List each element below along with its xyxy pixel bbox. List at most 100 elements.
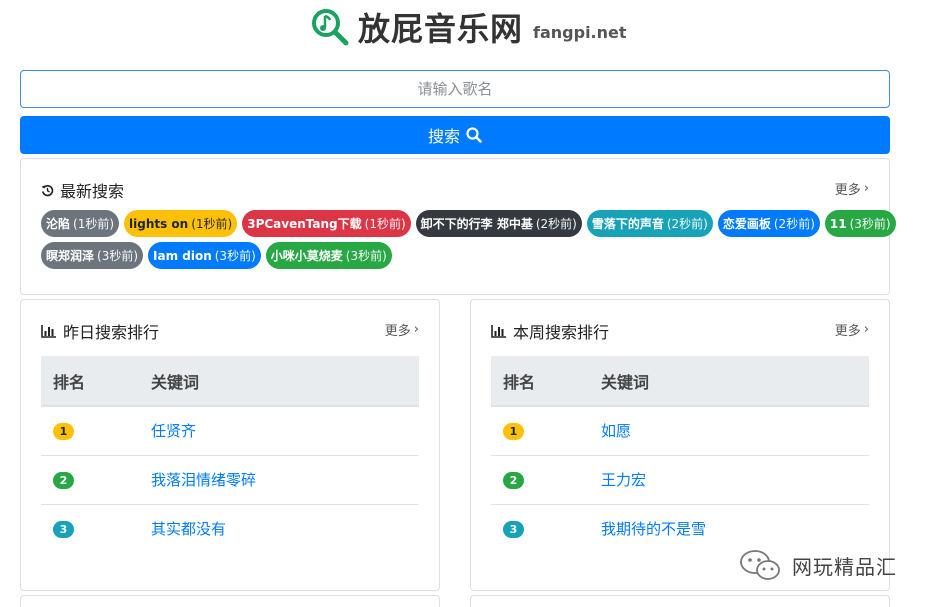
keyword-column-header: 关键词 [151, 356, 419, 407]
history-icon [41, 184, 54, 196]
recent-tag-time: (3秒前) [345, 249, 387, 263]
recent-tag-time: (1秒前) [364, 217, 406, 231]
rank-column-header: 排名 [491, 356, 601, 407]
recent-tag-row: 沦陷 (1秒前) lights on (1秒前) 3PCavenTang下载 (1秒前) 卸… [41, 210, 896, 237]
rank-cell: 1 [41, 406, 151, 456]
chevron-right-icon: › [863, 181, 869, 196]
recent-search-tag[interactable]: 3PCavenTang下载 (1秒前) [242, 210, 411, 237]
recent-search-tag[interactable]: 雪落下的声音 (2秒前) [586, 210, 713, 237]
rank-badge: 2 [53, 472, 74, 489]
recent-tag-time: (1秒前) [191, 217, 233, 231]
rank-badge: 2 [503, 472, 524, 489]
recent-tag-keyword: 雪落下的声音 [591, 217, 664, 231]
rank-badge: 3 [53, 521, 74, 539]
rank-cell: 2 [41, 455, 151, 505]
recent-tag-time: (3秒前) [849, 217, 891, 231]
recent-tag-keyword: 瞑郑润泽 [46, 249, 95, 263]
week-ranking-title: 本周搜索排行 [513, 323, 610, 342]
recent-search-tag[interactable]: 小咪小莫烧麦 (3秒前) [265, 242, 392, 269]
recent-more-link[interactable]: 更多 › [835, 179, 869, 198]
table-row: 3 其实都没有 [41, 504, 419, 553]
table-header-row: 排名 关键词 [41, 356, 419, 407]
keyword-cell: 我期待的不是雪 [601, 504, 869, 553]
recent-tag-keyword: lights on [129, 216, 189, 231]
recent-tag-time: (2秒前) [666, 217, 708, 231]
keyword-cell: 任贤齐 [151, 406, 419, 456]
wechat-icon [740, 550, 780, 580]
chevron-right-icon: › [863, 322, 869, 337]
week-more-link[interactable]: 更多 › [835, 320, 869, 339]
recent-searches-title: 最新搜索 [60, 182, 125, 201]
recent-tag-keyword: 3PCavenTang下载 [247, 217, 362, 231]
rank-badge: 1 [53, 423, 74, 441]
rank-keyword-link[interactable]: 如愿 [601, 422, 631, 440]
search-button-label: 搜索 [427, 127, 460, 146]
rank-keyword-link[interactable]: 我期待的不是雪 [601, 520, 706, 538]
recent-tag-row: 瞑郑润泽 (3秒前) Iam dion (3秒前) 小咪小莫烧麦 (3秒前) [41, 242, 851, 269]
keyword-column-header: 关键词 [601, 356, 869, 407]
rank-cell: 2 [491, 455, 601, 505]
table-row: 1 任贤齐 [41, 406, 419, 456]
bar-chart-icon [491, 325, 506, 338]
week-ranking-table: 排名 关键词 1 如愿 2 王力宏 3 我期待的不是雪 [491, 356, 869, 553]
watermark-text: 网玩精品汇 [792, 554, 897, 579]
yesterday-more-link[interactable]: 更多 › [385, 320, 419, 339]
chevron-right-icon: › [413, 322, 419, 337]
keyword-cell: 其实都没有 [151, 504, 419, 553]
recent-searches-header: 最新搜索 更多 › [41, 179, 869, 201]
table-row: 1 如愿 [491, 406, 869, 456]
recent-search-tag[interactable]: 沦陷 (1秒前) [41, 210, 120, 237]
rank-cell: 3 [41, 504, 151, 553]
yesterday-ranking-header: 昨日搜索排行 更多 › [41, 320, 419, 342]
more-label: 更多 [834, 324, 861, 339]
rank-badge: 3 [503, 521, 524, 539]
site-brand[interactable]: 放屁音乐网 fangpi.net [310, 4, 627, 50]
recent-tag-keyword: 沦陷 [46, 217, 71, 231]
site-domain: fangpi.net [533, 22, 627, 42]
recent-tag-keyword: 小咪小莫烧麦 [270, 249, 343, 263]
recent-search-tag[interactable]: 恋爱画板 (2秒前) [717, 210, 820, 237]
recent-search-tag[interactable]: 卸不下的行李 郑中基 (2秒前) [415, 210, 582, 237]
recent-tag-keyword: 恋爱画板 [722, 217, 771, 231]
keyword-cell: 我落泪情绪零碎 [151, 455, 419, 505]
rank-keyword-link[interactable]: 任贤齐 [151, 422, 196, 440]
more-label: 更多 [834, 183, 861, 198]
recent-tag-keyword: Iam dion [153, 248, 212, 263]
rank-keyword-link[interactable]: 王力宏 [601, 471, 646, 489]
rank-keyword-link[interactable]: 其实都没有 [151, 520, 226, 538]
recent-search-tag[interactable]: 瞑郑润泽 (3秒前) [41, 242, 144, 269]
keyword-cell: 王力宏 [601, 455, 869, 505]
recent-search-tag[interactable]: Iam dion (3秒前) [148, 242, 261, 269]
rank-cell: 3 [491, 504, 601, 553]
recent-tag-time: (2秒前) [535, 217, 577, 231]
recent-tag-time: (3秒前) [214, 249, 256, 263]
recent-searches-card: 最新搜索 更多 › 沦陷 (1秒前) lights on (1秒前) 3PCavenTa… [20, 158, 896, 295]
search-input[interactable] [20, 70, 890, 108]
recent-tag-time: (1秒前) [73, 217, 115, 231]
music-search-icon [312, 9, 349, 46]
table-row: 3 我期待的不是雪 [491, 504, 869, 553]
table-row: 2 我落泪情绪零碎 [41, 455, 419, 505]
rank-badge: 1 [503, 423, 524, 441]
more-label: 更多 [384, 324, 411, 339]
rank-keyword-link[interactable]: 我落泪情绪零碎 [151, 471, 256, 489]
rank-cell: 1 [491, 406, 601, 456]
bar-chart-icon [41, 325, 56, 338]
yesterday-ranking-title: 昨日搜索排行 [63, 323, 160, 342]
site-name: 放屁音乐网 [358, 10, 524, 48]
recent-search-tag[interactable]: lights on (1秒前) [124, 210, 238, 237]
search-icon [466, 127, 482, 143]
recent-tag-time: (2秒前) [773, 217, 815, 231]
yesterday-ranking-card: 昨日搜索排行 更多 › 排名 关键词 1 任贤齐 2 我落泪情绪零碎 3 其实都没有 [20, 299, 440, 591]
recent-search-tag[interactable]: 11 (3秒前) [824, 210, 896, 237]
next-card-right [470, 595, 890, 607]
rank-column-header: 排名 [41, 356, 151, 407]
recent-tag-keyword: 11 [829, 216, 847, 231]
recent-tag-time: (3秒前) [97, 249, 139, 263]
search-button[interactable]: 搜索 [20, 116, 890, 154]
table-header-row: 排名 关键词 [491, 356, 869, 407]
recent-tag-keyword: 卸不下的行李 郑中基 [420, 217, 533, 231]
next-card-left [20, 595, 440, 607]
week-ranking-header: 本周搜索排行 更多 › [491, 320, 869, 342]
table-row: 2 王力宏 [491, 455, 869, 505]
